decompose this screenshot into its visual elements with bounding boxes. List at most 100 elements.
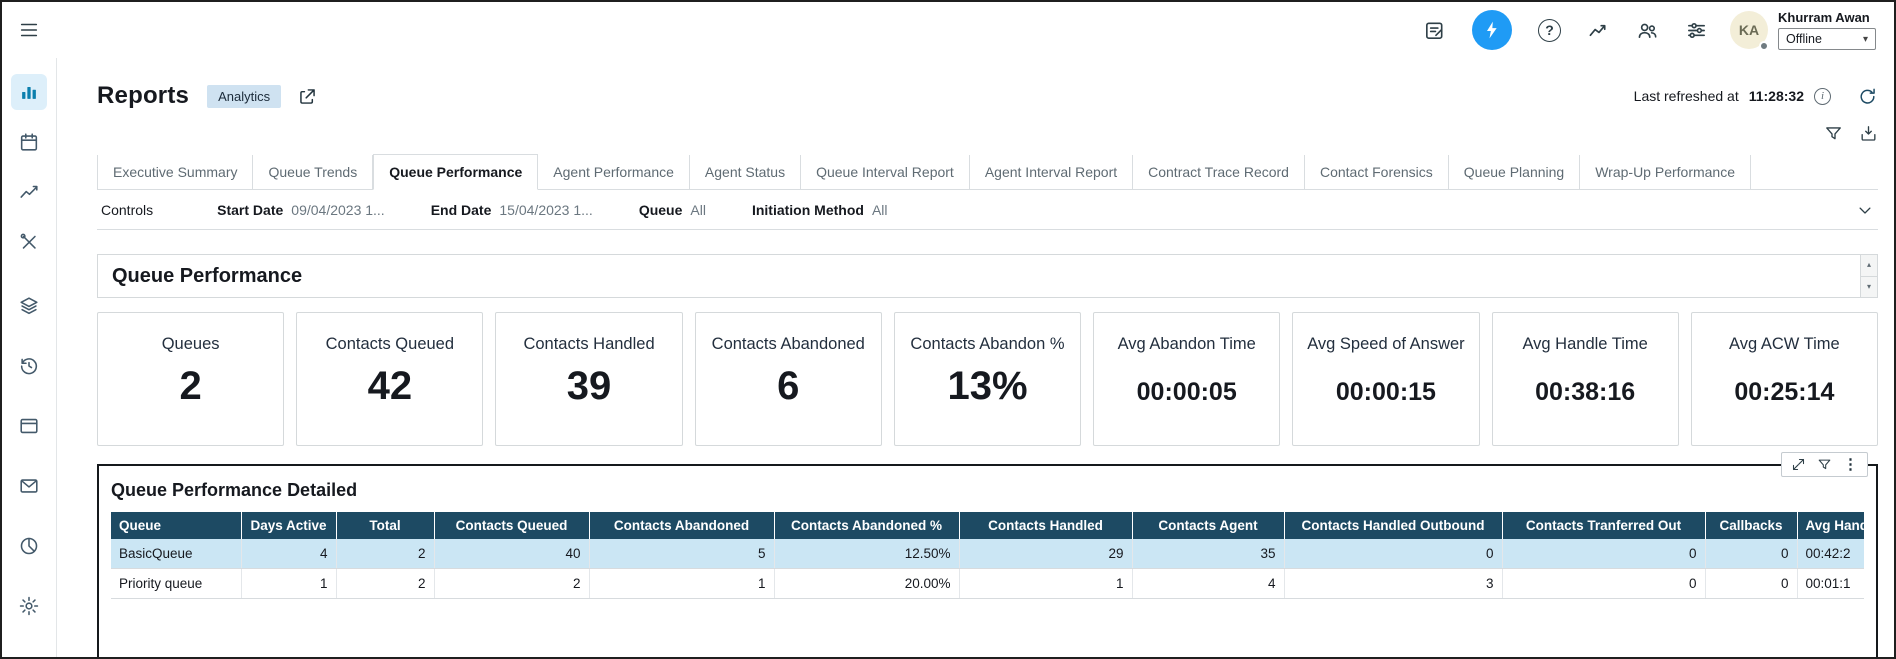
column-header[interactable]: Queue [111,512,241,539]
funnel-icon [1824,124,1843,143]
scroll-down-button[interactable]: ▾ [1861,277,1877,298]
page-header: Reports Analytics Last refreshed at 11:2… [97,78,1878,114]
column-header[interactable]: Contacts Queued [434,512,589,539]
tab-contact-forensics[interactable]: Contact Forensics [1305,155,1449,189]
column-header[interactable]: Contacts Tranferred Out [1502,512,1705,539]
control-start-date[interactable]: Start Date 09/04/2023 1... [217,202,385,218]
kpi-contacts-handled: Contacts Handled 39 [495,312,682,446]
cell: 0 [1705,569,1797,599]
sidebar-item-settings[interactable] [11,588,47,624]
quick-actions-button[interactable] [1472,10,1512,50]
sidebar-item-reports[interactable] [11,74,47,110]
cell: 0 [1502,539,1705,569]
kpi-label: Contacts Abandoned [712,335,865,354]
user-meta: Khurram Awan Offline ▾ [1778,10,1876,50]
kpi-label: Avg Handle Time [1522,335,1647,354]
analytics-badge: Analytics [207,85,281,108]
kpi-avg-handle-time: Avg Handle Time 00:38:16 [1492,312,1679,446]
cell: 0 [1502,569,1705,599]
column-header[interactable]: Contacts Handled [959,512,1132,539]
cell: 40 [434,539,589,569]
contacts-button[interactable] [1636,19,1659,42]
cell: 35 [1132,539,1284,569]
external-link-icon [297,86,318,107]
metrics-button[interactable] [1587,19,1610,42]
refresh-button[interactable] [1857,86,1878,107]
tab-executive-summary[interactable]: Executive Summary [97,155,253,189]
kpi-label: Avg Abandon Time [1118,335,1256,354]
filter-name: Initiation Method [752,202,864,218]
feedback-note-button[interactable] [1423,19,1446,42]
sidebar-item-window[interactable] [11,408,47,444]
sidebar-item-history[interactable] [11,348,47,384]
table-row-priority-queue[interactable]: Priority queue 1 2 2 1 20.00% 1 4 3 0 0 … [111,569,1864,599]
trend-line-icon [18,181,40,203]
avatar[interactable]: KA [1730,11,1768,49]
gear-icon [18,595,40,617]
tab-contract-trace-record[interactable]: Contract Trace Record [1133,155,1305,189]
filter-value: All [872,202,888,218]
cell: 1 [959,569,1132,599]
table-row-basicqueue[interactable]: BasicQueue 4 2 40 5 12.50% 29 35 0 0 0 0… [111,539,1864,569]
download-icon [1859,124,1878,143]
status-select[interactable]: Offline ▾ [1778,28,1876,50]
scroll-up-button[interactable]: ▴ [1861,255,1877,277]
tab-agent-status[interactable]: Agent Status [690,155,801,189]
tab-agent-performance[interactable]: Agent Performance [538,155,690,189]
tab-queue-interval-report[interactable]: Queue Interval Report [801,155,970,189]
kpi-label: Avg Speed of Answer [1307,335,1464,354]
collapse-controls-button[interactable] [1856,201,1874,219]
expand-button[interactable] [1791,457,1806,472]
column-header[interactable]: Avg Handl. [1797,512,1864,539]
cell: 1 [589,569,774,599]
table-header-row: Queue Days Active Total Contacts Queued … [111,512,1864,539]
sidebar-item-analytics[interactable] [11,528,47,564]
status-select-value: Offline [1786,32,1822,46]
column-header[interactable]: Contacts Abandoned [589,512,774,539]
panel-menu-button[interactable]: ⋮ [1843,457,1858,472]
menu-button[interactable] [18,19,40,41]
tab-queue-planning[interactable]: Queue Planning [1449,155,1580,189]
sidebar-item-layers[interactable] [11,288,47,324]
page-title: Reports [97,82,189,110]
export-button[interactable] [1859,124,1878,143]
kpi-row: Queues 2 Contacts Queued 42 Contacts Han… [97,312,1878,446]
kpi-queues: Queues 2 [97,312,284,446]
sidebar-item-tools[interactable] [11,224,47,260]
tab-wrap-up-performance[interactable]: Wrap-Up Performance [1580,155,1751,189]
history-icon [18,355,40,377]
filter-button[interactable] [1824,124,1843,143]
tab-agent-interval-report[interactable]: Agent Interval Report [970,155,1133,189]
cell: 0 [1705,539,1797,569]
column-header[interactable]: Total [336,512,434,539]
control-initiation-method[interactable]: Initiation Method All [752,202,888,218]
control-queue[interactable]: Queue All [639,202,706,218]
cell: 0 [1284,539,1502,569]
column-header[interactable]: Contacts Agent [1132,512,1284,539]
user-name: Khurram Awan [1778,10,1870,25]
kpi-label: Queues [162,335,220,354]
control-end-date[interactable]: End Date 15/04/2023 1... [431,202,593,218]
report-tabs: Executive Summary Queue Trends Queue Per… [97,154,1878,190]
status-indicator-dot [1759,41,1769,51]
tab-queue-performance[interactable]: Queue Performance [373,154,538,190]
settings-sliders-button[interactable] [1685,19,1708,42]
table-clip: Queue Days Active Total Contacts Queued … [111,512,1864,599]
column-header[interactable]: Contacts Handled Outbound [1284,512,1502,539]
panel-filter-button[interactable] [1817,457,1832,472]
filter-value: 15/04/2023 1... [499,202,592,218]
help-button[interactable]: ? [1538,19,1561,42]
info-icon[interactable]: i [1814,88,1831,105]
column-header[interactable]: Days Active [241,512,336,539]
open-external-button[interactable] [297,86,318,107]
tab-queue-trends[interactable]: Queue Trends [253,155,373,189]
sidebar-item-calendar[interactable] [11,124,47,160]
sidebar-item-metrics[interactable] [11,174,47,210]
sidebar-item-mail[interactable] [11,468,47,504]
kpi-contacts-abandoned: Contacts Abandoned 6 [695,312,882,446]
kpi-value: 00:00:15 [1336,378,1436,407]
kpi-value: 42 [368,364,413,409]
chevron-down-icon: ▾ [1863,34,1868,45]
column-header[interactable]: Callbacks [1705,512,1797,539]
column-header[interactable]: Contacts Abandoned % [774,512,959,539]
